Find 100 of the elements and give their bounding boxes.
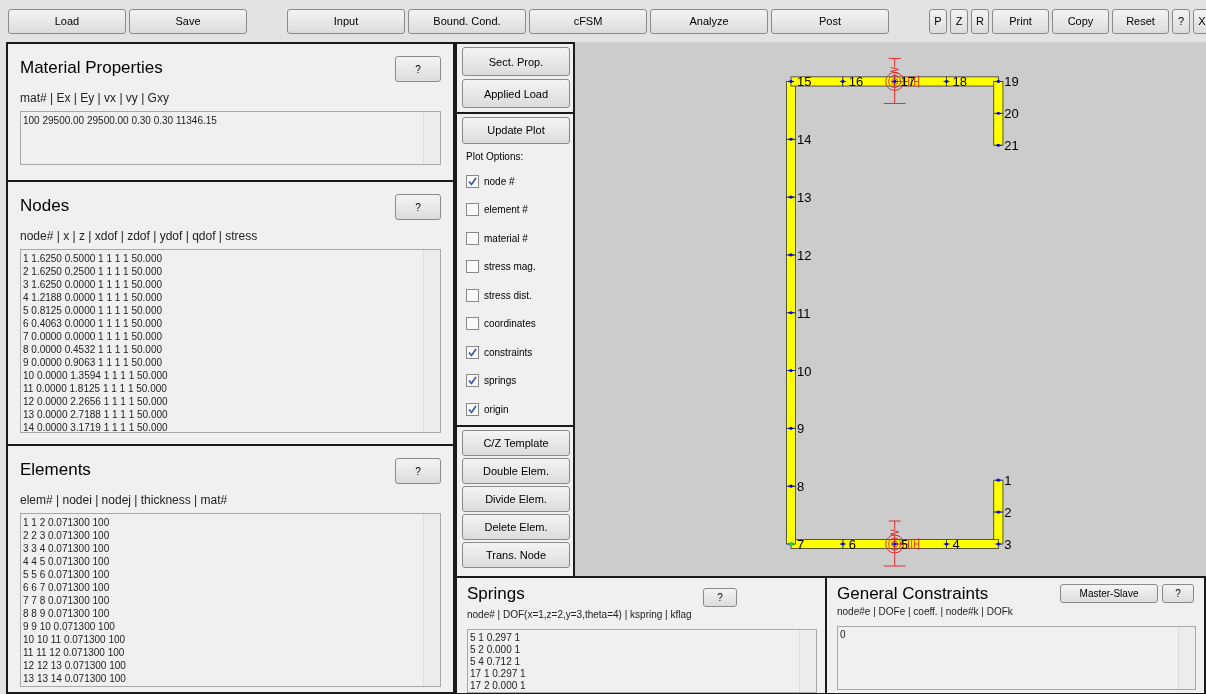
action-button[interactable]: Master-Slave — [1060, 584, 1158, 603]
text-line: 0 — [840, 629, 847, 641]
column-header: node# | x | z | xdof | zdof | ydof | qdof | stress — [20, 229, 259, 243]
text-line: 2 2 3 0.071300 100 — [23, 529, 111, 542]
checkbox-label: node # — [484, 175, 515, 187]
node-label: 21 — [1004, 138, 1019, 154]
toolbar-button[interactable]: Save — [129, 8, 247, 34]
update-plot-button[interactable]: Update Plot — [462, 117, 570, 144]
scrollbar[interactable] — [423, 514, 440, 686]
toolbar-button[interactable]: X — [1193, 8, 1206, 34]
toolbar-button[interactable]: Print — [992, 8, 1049, 34]
action-button[interactable]: C/Z Template — [462, 430, 570, 456]
text-line: 12 0.0000 2.2656 1 1 1 1 50.000 — [23, 395, 169, 408]
checkbox[interactable] — [466, 174, 479, 188]
toolbar-button[interactable]: Load — [8, 8, 126, 34]
node-label: 1 — [1004, 473, 1012, 489]
node-label: 9 — [797, 421, 805, 437]
column-header: node# | DOF(x=1,z=2,y=3,theta=4) | kspring | kflag — [467, 609, 693, 620]
section-element — [993, 479, 1004, 513]
toolbar-button[interactable]: Post — [771, 8, 889, 34]
node-label: 3 — [1004, 537, 1012, 552]
element-list[interactable] — [20, 513, 441, 687]
checkbox[interactable] — [466, 345, 479, 359]
action-button[interactable]: Applied Load — [462, 79, 570, 108]
text-line: 1 1.6250 0.5000 1 1 1 1 50.000 — [23, 252, 163, 265]
help-button[interactable]: ? — [1162, 584, 1194, 603]
text-line: 7 7 8 0.071300 100 — [23, 594, 111, 607]
toolbar-button[interactable]: Analyze — [650, 8, 768, 34]
column-header: mat# | Ex | Ey | vx | vy | Gxy — [20, 91, 170, 105]
help-button[interactable]: ? — [703, 588, 737, 607]
text-line: 3 3 4 0.071300 100 — [23, 542, 111, 555]
help-button[interactable]: ? — [395, 194, 441, 220]
toolbar-button[interactable]: P — [929, 8, 947, 34]
node-marker — [943, 542, 950, 546]
toolbar-button[interactable]: Input — [287, 8, 405, 34]
section-element — [842, 76, 896, 87]
action-button[interactable]: Delete Elem. — [462, 514, 570, 540]
help-button[interactable]: ? — [395, 56, 441, 82]
checkbox-label: material # — [484, 232, 528, 244]
toolbar-button[interactable]: cFSM — [529, 8, 647, 34]
scrollbar[interactable] — [1178, 627, 1195, 689]
checkbox[interactable] — [466, 231, 479, 245]
node-label: 14 — [797, 132, 812, 148]
scrollbar[interactable] — [799, 630, 816, 692]
node-list[interactable] — [20, 249, 441, 433]
text-line: 1 1 2 0.071300 100 — [23, 516, 111, 529]
section-element — [786, 138, 796, 198]
help-button[interactable]: ? — [395, 458, 441, 484]
text-line: 12 12 13 0.071300 100 — [23, 659, 127, 672]
text-line: 5 2 0.000 1 — [470, 644, 522, 656]
node-label: 18 — [952, 74, 967, 90]
checkbox[interactable] — [466, 203, 479, 217]
checkbox[interactable] — [466, 374, 479, 388]
text-line: 17 1 0.297 1 — [470, 668, 527, 680]
toolbar-button[interactable]: Z — [950, 8, 968, 34]
action-button[interactable]: Divide Elem. — [462, 486, 570, 512]
node-label: 12 — [797, 247, 812, 263]
checkbox-label: origin — [484, 403, 509, 415]
node-label: 8 — [797, 479, 805, 495]
text-line: 5 4 0.712 1 — [470, 656, 522, 668]
checkbox[interactable] — [466, 317, 479, 331]
node-label: 10 — [797, 363, 812, 379]
checkbox[interactable] — [466, 260, 479, 274]
toolbar-button[interactable]: Copy — [1052, 8, 1109, 34]
node-marker — [994, 143, 1002, 147]
toolbar-button[interactable]: ? — [1172, 8, 1190, 34]
column-header: node#e | DOFe | coeff. | node#k | DOFk — [837, 606, 1014, 617]
checkbox[interactable] — [466, 288, 479, 302]
constraint-list[interactable]: 0 — [837, 626, 1196, 690]
spring-list[interactable]: 5 1 0.297 1 5 2 0.000 1 5 4 0.712 1 17 1 0.297 1 17 2 0.000 1 — [467, 629, 817, 693]
node-marker — [787, 137, 795, 141]
text-line: 13 0.0000 2.7188 1 1 1 1 50.000 — [23, 408, 169, 421]
checkbox-label: element # — [484, 204, 528, 216]
material-list[interactable]: 100 29500.00 29500.00 0.30 0.30 11346.15 — [20, 111, 441, 165]
toolbar-button[interactable]: Bound. Cond. — [408, 8, 526, 34]
node-label: 15 — [797, 74, 812, 90]
checkbox[interactable] — [466, 402, 479, 416]
section-element — [786, 196, 796, 256]
checkbox-label: coordinates — [484, 318, 536, 330]
text-line: 5 5 6 0.071300 100 — [23, 568, 111, 581]
action-button[interactable]: Trans. Node — [462, 542, 570, 568]
scrollbar[interactable] — [423, 250, 440, 432]
node-marker — [943, 79, 950, 84]
text-line: 8 8 9 0.071300 100 — [23, 607, 111, 620]
checkbox-label: springs — [484, 375, 517, 387]
toolbar-button[interactable]: Reset — [1112, 8, 1169, 34]
panel-title: General Constraints — [837, 584, 989, 604]
scrollbar[interactable] — [423, 112, 440, 164]
spring-icon — [883, 57, 920, 104]
node-marker — [839, 79, 847, 84]
node-label: 20 — [1004, 106, 1019, 122]
panel-title: Elements — [20, 460, 91, 480]
text-line: 5 1 0.297 1 — [470, 632, 522, 644]
section-element — [993, 112, 1004, 146]
action-button[interactable]: Double Elem. — [462, 458, 570, 484]
node-marker — [891, 79, 899, 84]
text-line: 14 0.0000 3.1719 1 1 1 1 50.000 — [23, 421, 169, 432]
toolbar-button[interactable]: R — [971, 8, 989, 34]
action-button[interactable]: Sect. Prop. — [462, 47, 570, 76]
text-line: 17 2 0.000 1 — [470, 680, 527, 692]
